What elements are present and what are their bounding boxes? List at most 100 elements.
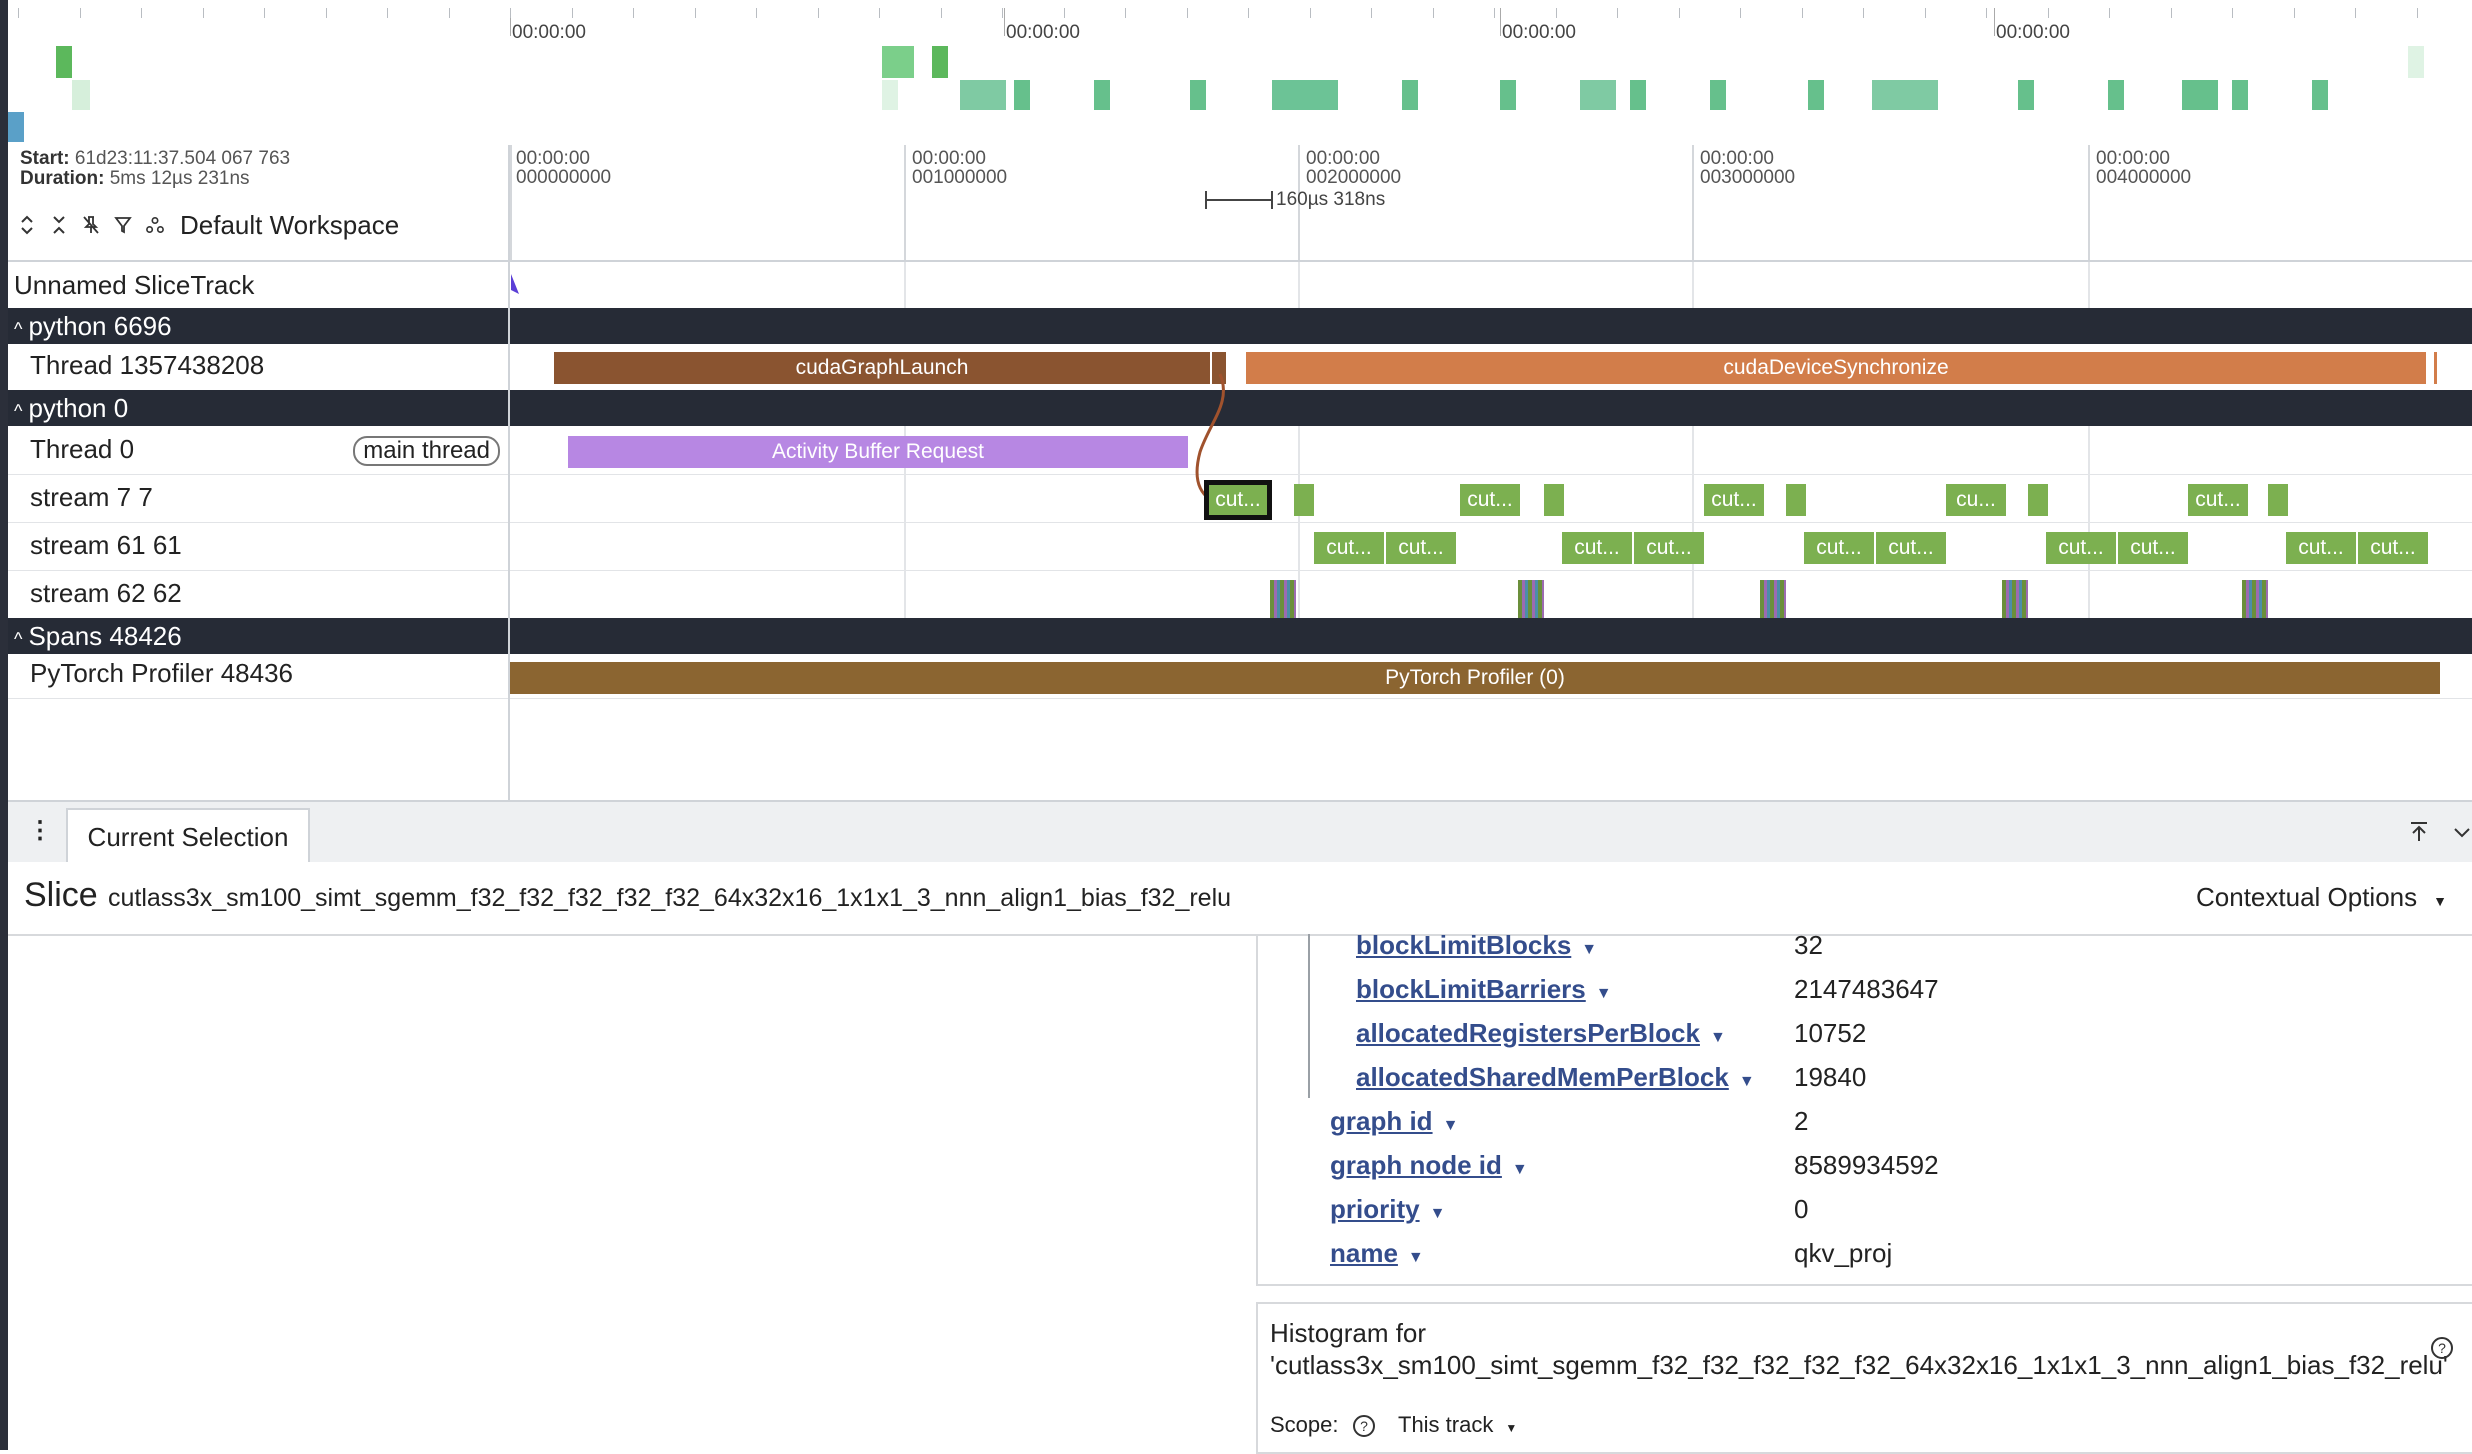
prop-key[interactable]: allocatedSharedMemPerBlock ▼ — [1356, 1062, 1755, 1093]
prop-key[interactable]: name ▼ — [1330, 1238, 1424, 1269]
slice-kernel[interactable] — [2028, 484, 2048, 516]
slice-kernel[interactable]: cut... — [2358, 532, 2428, 564]
track-lane — [510, 570, 2472, 619]
overview-activity-block — [56, 46, 72, 78]
slice-kernel[interactable]: cut... — [1634, 532, 1704, 564]
prop-value: 2 — [1794, 1106, 1809, 1136]
track-row-stream-61[interactable]: stream 61 61 — [8, 522, 508, 571]
slice-kernel[interactable] — [1786, 484, 1806, 516]
slice-kernel[interactable]: cut... — [1460, 484, 1520, 516]
chevron-down-icon[interactable] — [2452, 822, 2472, 842]
group-name: ^ python 6696 — [14, 311, 172, 341]
time-gridline — [510, 145, 512, 260]
slice-kernel-cluster[interactable] — [2002, 580, 2028, 618]
collapse-all-icon[interactable] — [50, 215, 68, 235]
slice-kernel[interactable]: cut... — [1386, 532, 1456, 564]
prop-key[interactable]: priority ▼ — [1330, 1194, 1445, 1225]
overview-minor-tick — [1125, 8, 1126, 18]
prop-key[interactable]: blockLimitBlocks ▼ — [1356, 930, 1597, 961]
track-row-thread-1357438208[interactable]: Thread 1357438208 — [8, 344, 508, 391]
overview-tick-label: 00:00:00 — [1006, 22, 1080, 43]
track-row-stream-7[interactable]: stream 7 7 — [8, 474, 508, 523]
overview-activity-block — [2108, 80, 2124, 110]
overview-minor-tick — [1863, 8, 1864, 18]
slice-kernel[interactable] — [1294, 484, 1314, 516]
slice-kernel-cluster[interactable] — [2242, 580, 2268, 618]
track-canvas[interactable]: cudaGraphLaunch cudaDeviceSynchronize Ac… — [510, 262, 2472, 800]
instant-event-marker[interactable] — [510, 274, 522, 296]
time-label: 00:00:00 000000000 — [516, 148, 612, 188]
slice-kernel[interactable] — [1544, 484, 1564, 516]
slice-kernel-cluster[interactable] — [1270, 580, 1296, 618]
maximize-panel-icon[interactable] — [2408, 820, 2430, 844]
slice-kernel[interactable]: cut... — [1562, 532, 1632, 564]
slice-kernel[interactable]: cut... — [1314, 532, 1384, 564]
contextual-options-button[interactable]: Contextual Options ▼ — [2196, 882, 2447, 913]
overview-activity-block — [2182, 80, 2218, 110]
slice-cudaGraphLaunch[interactable]: cudaGraphLaunch — [554, 352, 1210, 384]
slice-cudaDeviceSynchronize[interactable]: cudaDeviceSynchronize — [1246, 352, 2426, 384]
overview-activity-block — [1710, 80, 1726, 110]
overview-minor-tick — [1986, 8, 1987, 18]
track-group-spans[interactable]: ^ Spans 48426 — [8, 618, 508, 654]
slice-kernel[interactable]: cu... — [1946, 484, 2006, 516]
overview-minor-tick — [325, 8, 327, 18]
more-vert-icon[interactable]: ⋮ — [28, 816, 52, 845]
prop-key[interactable]: graph node id ▼ — [1330, 1150, 1528, 1181]
overview-minor-tick — [1248, 8, 1249, 18]
dropdown-icon: ▼ — [1709, 1029, 1726, 1046]
dropdown-icon: ▼ — [1581, 941, 1598, 958]
slice-kernel-cluster[interactable] — [1518, 580, 1544, 618]
slice-kernel[interactable]: cut... — [1804, 532, 1874, 564]
slice-kernel-cluster[interactable] — [1760, 580, 1786, 618]
slice-pytorch-profiler[interactable]: PyTorch Profiler (0) — [510, 662, 2440, 694]
group-name: ^ python 0 — [14, 393, 129, 423]
slice-kernel-selected[interactable]: cut... — [1204, 480, 1272, 520]
overview-minor-tick — [1924, 8, 1926, 18]
slice-kernel[interactable]: cut... — [1704, 484, 1764, 516]
slice-activity-buffer-request[interactable]: Activity Buffer Request — [568, 436, 1188, 468]
time-axis[interactable]: 00:00:00 000000000 00:00:00 001000000 00:0… — [510, 145, 2472, 262]
track-group-python-0[interactable]: ^ python 0 — [8, 390, 508, 426]
slice-kernel[interactable]: cut... — [2286, 532, 2356, 564]
selection-span-marker — [1205, 191, 1273, 209]
selection-header: Slice cutlass3x_sm100_simt_sgemm_f32_f32… — [8, 862, 2472, 936]
prop-value: 8589934592 — [1794, 1150, 1939, 1180]
track-row-pytorch-profiler[interactable]: PyTorch Profiler 48436 — [8, 654, 508, 699]
chevron-up-icon: ^ — [14, 319, 23, 339]
prop-key[interactable]: allocatedRegistersPerBlock ▼ — [1356, 1018, 1726, 1049]
slice-kernel[interactable]: cut... — [2118, 532, 2188, 564]
expand-all-icon[interactable] — [18, 215, 36, 235]
tab-current-selection[interactable]: Current Selection — [66, 808, 310, 864]
overview-minor-tick — [18, 8, 19, 18]
workspace-icon[interactable] — [146, 215, 164, 235]
slice-kernel[interactable]: cut... — [2046, 532, 2116, 564]
slice-kernel[interactable] — [2268, 484, 2288, 516]
track-row-thread-0[interactable]: Thread 0 main thread — [8, 426, 508, 475]
slice-kernel[interactable]: cut... — [1876, 532, 1946, 564]
overview-minor-tick — [448, 8, 450, 18]
track-group-python-6696[interactable]: ^ python 6696 — [8, 308, 508, 344]
unpin-icon[interactable] — [82, 215, 100, 235]
help-icon[interactable]: ? — [1352, 1414, 1376, 1438]
track-row-unnamed[interactable]: Unnamed SliceTrack — [8, 262, 508, 309]
prop-key[interactable]: graph id ▼ — [1330, 1106, 1458, 1137]
time-label: 00:00:00 001000000 — [912, 148, 1008, 188]
overview-minor-tick — [756, 8, 757, 18]
slice-kernel[interactable]: cut... — [2188, 484, 2248, 516]
gridline — [1692, 426, 1694, 618]
time-gridline — [2088, 145, 2090, 260]
workspace-selector[interactable]: Default Workspace — [180, 210, 399, 241]
slice-tiny[interactable] — [2434, 352, 2437, 384]
prop-key[interactable]: blockLimitBarriers ▼ — [1356, 974, 1612, 1005]
scope-label: Scope: — [1270, 1412, 1339, 1437]
filter-icon[interactable] — [114, 215, 132, 235]
overview-minor-tick — [2170, 8, 2172, 18]
timeline-overview[interactable]: 00:00:00 00:00:00 00:00:00 00:00:00 — [8, 0, 2472, 147]
scope-selector[interactable]: This track ▼ — [1398, 1412, 1517, 1438]
overview-major-tick — [1994, 8, 1995, 36]
dropdown-icon: ▼ — [1429, 1205, 1446, 1222]
overview-minor-tick — [571, 8, 573, 18]
track-row-stream-62[interactable]: stream 62 62 — [8, 570, 508, 619]
help-icon[interactable]: ? — [2430, 1336, 2454, 1360]
